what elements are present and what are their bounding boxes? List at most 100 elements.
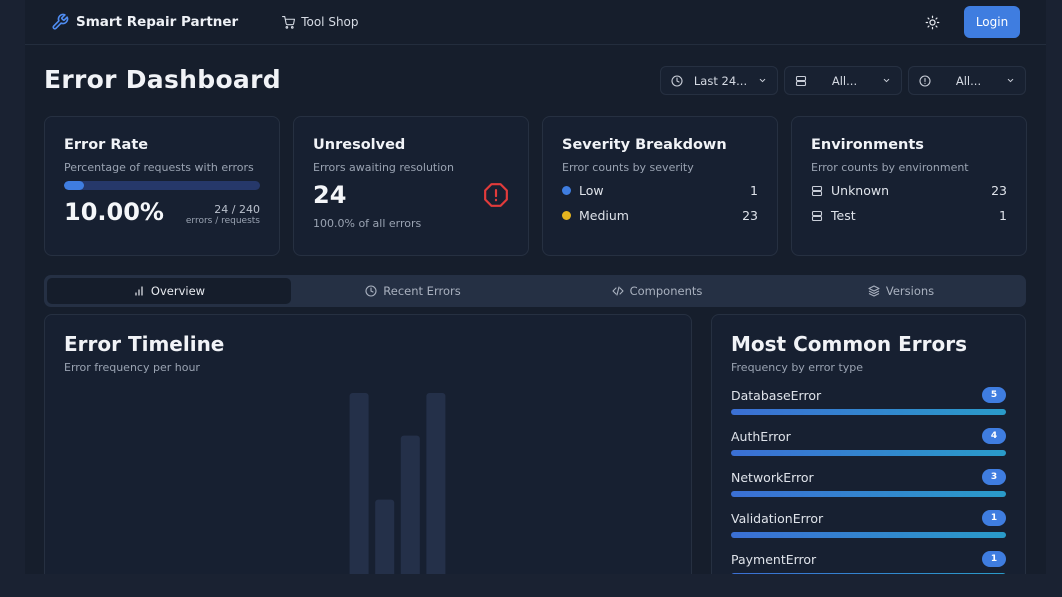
error-type-bar xyxy=(731,573,1006,574)
timeline-chart-svg xyxy=(349,393,446,574)
page-title: Error Dashboard xyxy=(44,65,281,94)
server-icon xyxy=(811,185,823,197)
severity-low-count: 1 xyxy=(750,183,758,198)
error-type-name: ValidationError xyxy=(731,510,824,526)
common-errors-panel: Most Common Errors Frequency by error ty… xyxy=(711,314,1026,574)
server-icon xyxy=(795,75,807,87)
timeline-chart xyxy=(65,385,675,574)
error-type-count-badge: 1 xyxy=(982,510,1006,526)
error-rate-title: Error Rate xyxy=(64,137,149,153)
time-range-value: Last 24... xyxy=(693,73,748,88)
error-rate-progress-fill xyxy=(64,181,84,190)
tab-overview-label: Overview xyxy=(150,284,206,298)
top-navbar: Smart Repair Partner Tool Shop Login xyxy=(25,0,1046,45)
summary-cards: Error Rate Percentage of requests with e… xyxy=(44,116,1027,256)
tab-overview[interactable]: Overview xyxy=(47,278,291,304)
chevron-down-icon xyxy=(882,76,891,85)
common-errors-subtitle: Frequency by error type xyxy=(731,361,864,374)
severity-title: Severity Breakdown xyxy=(562,137,727,153)
error-type-row[interactable]: PaymentError 1 xyxy=(731,551,1006,574)
timeline-subtitle: Error frequency per hour xyxy=(64,361,200,374)
environment-row-unknown: Unknown 23 xyxy=(811,182,1007,199)
error-timeline-panel: Error Timeline Error frequency per hour xyxy=(44,314,692,574)
severity-low-dot xyxy=(562,186,571,195)
environments-title: Environments xyxy=(811,137,924,153)
error-type-row[interactable]: NetworkError 3 xyxy=(731,469,1006,497)
error-type-name: AuthError xyxy=(731,428,791,444)
severity-medium-label: Medium xyxy=(579,208,629,223)
environment-test-label: Test xyxy=(831,208,856,223)
layers-icon xyxy=(868,285,880,297)
severity-select[interactable]: All... xyxy=(908,66,1026,95)
severity-row-medium: Medium 23 xyxy=(562,207,758,224)
tab-components-label: Components xyxy=(629,284,703,298)
environment-test-count: 1 xyxy=(999,208,1007,223)
severity-subtitle: Error counts by severity xyxy=(562,161,694,174)
app-window: Smart Repair Partner Tool Shop Login Err… xyxy=(25,0,1046,574)
environment-row-test: Test 1 xyxy=(811,207,1007,224)
tab-components[interactable]: Components xyxy=(535,278,779,304)
severity-low-label: Low xyxy=(579,183,604,198)
environments-subtitle: Error counts by environment xyxy=(811,161,969,174)
severity-medium-count: 23 xyxy=(742,208,758,223)
code-icon xyxy=(612,285,624,297)
error-type-count-badge: 3 xyxy=(982,469,1006,485)
timeline-bar xyxy=(426,393,446,574)
error-ratio-label: errors / requests xyxy=(185,216,260,226)
alert-circle-icon xyxy=(919,74,931,87)
error-rate-value: 10.00% xyxy=(64,198,164,226)
error-type-bar xyxy=(731,491,1006,497)
timeline-title: Error Timeline xyxy=(64,332,225,356)
tab-versions[interactable]: Versions xyxy=(779,278,1023,304)
brand[interactable]: Smart Repair Partner xyxy=(51,13,238,31)
error-rate-subtitle: Percentage of requests with errors xyxy=(64,161,254,174)
error-type-row[interactable]: DatabaseError 5 xyxy=(731,387,1006,415)
error-ratio: 24 / 240 xyxy=(214,203,260,216)
chevron-down-icon xyxy=(1006,76,1015,85)
environment-unknown-label: Unknown xyxy=(831,183,890,198)
clock-icon xyxy=(365,285,377,297)
error-type-bar xyxy=(731,450,1006,456)
nav-tool-shop[interactable]: Tool Shop xyxy=(282,15,359,29)
environment-unknown-count: 23 xyxy=(991,183,1007,198)
error-type-row[interactable]: AuthError 4 xyxy=(731,428,1006,456)
severity-medium-dot xyxy=(562,211,571,220)
error-rate-progress xyxy=(64,181,260,190)
error-type-count-badge: 4 xyxy=(982,428,1006,444)
severity-card: Severity Breakdown Error counts by sever… xyxy=(542,116,778,256)
environments-card: Environments Error counts by environment… xyxy=(791,116,1027,256)
unresolved-note: 100.0% of all errors xyxy=(313,217,422,230)
common-errors-title: Most Common Errors xyxy=(731,332,968,356)
unresolved-card: Unresolved Errors awaiting resolution 24… xyxy=(293,116,529,256)
error-type-name: PaymentError xyxy=(731,551,817,567)
error-rate-card: Error Rate Percentage of requests with e… xyxy=(44,116,280,256)
nav-tool-shop-label: Tool Shop xyxy=(301,15,359,29)
brand-title: Smart Repair Partner xyxy=(76,14,239,30)
error-type-bar xyxy=(731,409,1006,415)
error-type-name: DatabaseError xyxy=(731,387,822,403)
severity-value: All... xyxy=(955,73,982,88)
error-type-row[interactable]: ValidationError 1 xyxy=(731,510,1006,538)
server-icon xyxy=(811,210,823,222)
alert-octagon-icon xyxy=(483,182,509,208)
login-button[interactable]: Login xyxy=(964,6,1020,38)
tab-recent-errors[interactable]: Recent Errors xyxy=(291,278,535,304)
tab-bar: Overview Recent Errors Components Versio… xyxy=(44,275,1026,307)
wrench-icon xyxy=(51,13,69,31)
error-type-bar xyxy=(731,532,1006,538)
unresolved-title: Unresolved xyxy=(313,137,406,153)
bar-chart-icon xyxy=(133,285,145,297)
time-range-select[interactable]: Last 24... xyxy=(660,66,778,95)
error-type-count-badge: 1 xyxy=(982,551,1006,567)
timeline-bar xyxy=(349,393,369,574)
error-type-count-badge: 5 xyxy=(982,387,1006,403)
error-type-name: NetworkError xyxy=(731,469,814,485)
tab-versions-label: Versions xyxy=(885,284,935,298)
filter-bar: Last 24... All... All... xyxy=(660,66,1026,95)
severity-row-low: Low 1 xyxy=(562,182,758,199)
environment-select[interactable]: All... xyxy=(784,66,902,95)
theme-toggle-button[interactable] xyxy=(920,10,944,34)
unresolved-count: 24 xyxy=(313,181,347,209)
chevron-down-icon xyxy=(758,76,767,85)
timeline-bar xyxy=(375,499,395,574)
